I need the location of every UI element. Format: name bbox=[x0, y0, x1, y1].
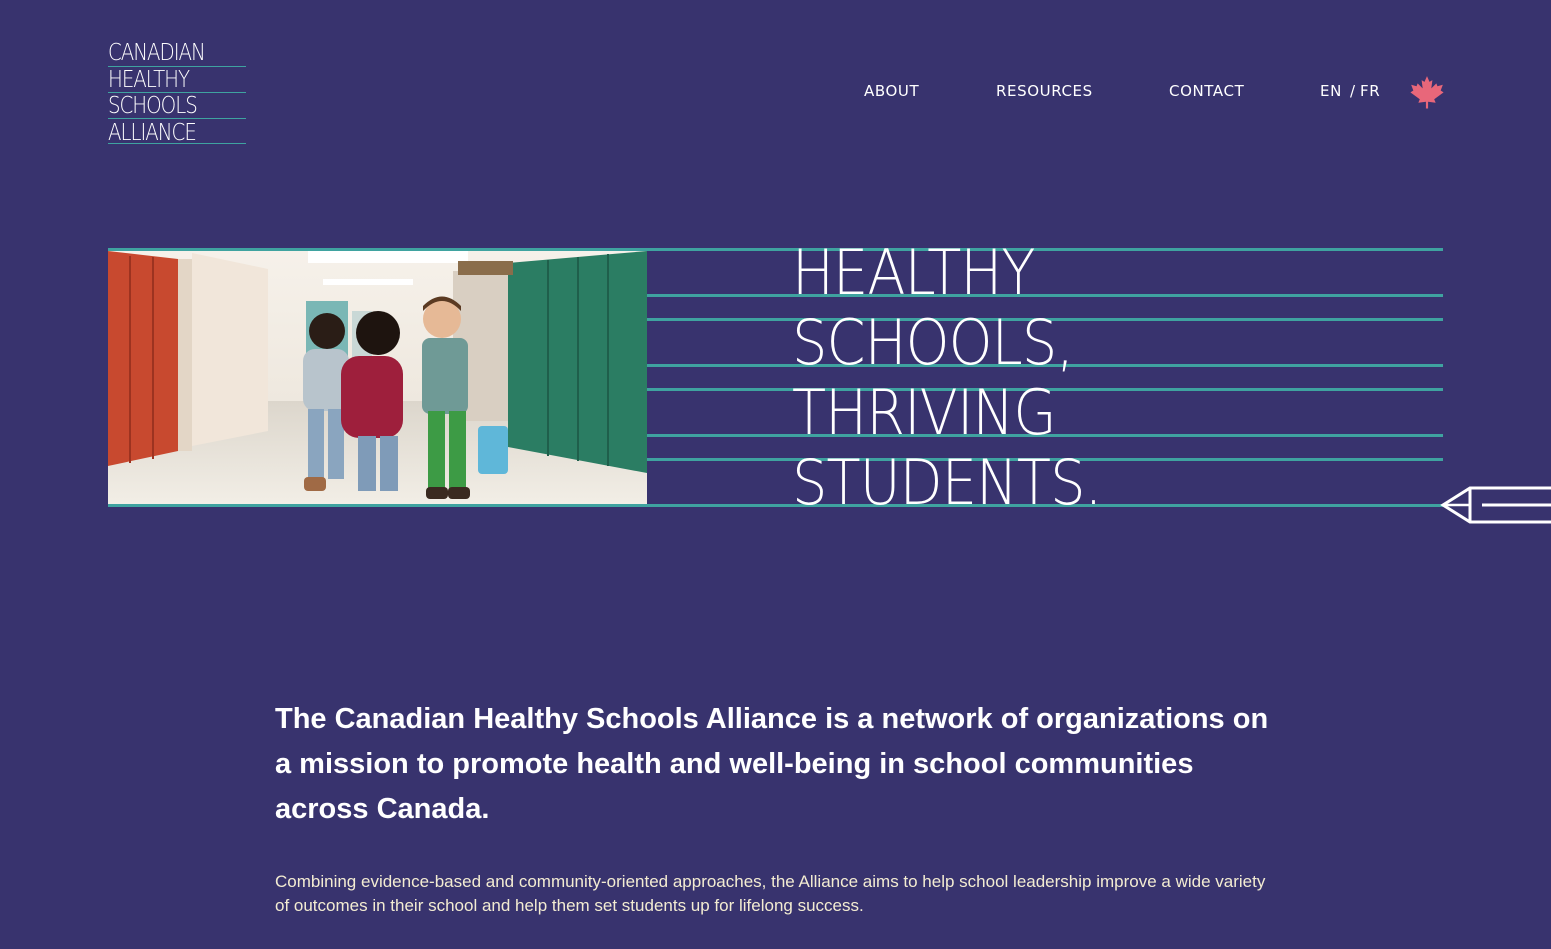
nav-link-resources[interactable]: RESOURCES bbox=[996, 82, 1093, 100]
hero-photo bbox=[108, 251, 647, 504]
nav-link-about[interactable]: ABOUT bbox=[864, 82, 919, 100]
main-nav: ABOUT RESOURCES CONTACT EN / FR bbox=[0, 82, 1551, 104]
logo-line-1: CANADIAN bbox=[108, 40, 206, 66]
logo-rule bbox=[108, 143, 246, 144]
hero-photo-image bbox=[108, 251, 647, 504]
logo-rule bbox=[108, 66, 246, 67]
hero-heading-line-2: SCHOOLS, bbox=[792, 306, 1074, 379]
hero-heading-line-4: STUDENTS. bbox=[792, 446, 1102, 519]
hero-heading-line-3: THRIVING bbox=[792, 376, 1057, 449]
pencil-icon bbox=[1440, 486, 1551, 524]
maple-leaf-icon bbox=[1410, 76, 1444, 109]
language-fr-link[interactable]: FR bbox=[1360, 82, 1380, 100]
hero-heading-line-1: HEALTHY bbox=[792, 236, 1036, 309]
intro-lead-text: The Canadian Healthy Schools Alliance is… bbox=[275, 703, 1269, 825]
hero-heading: HEALTHY SCHOOLS, THRIVING STUDENTS. bbox=[792, 236, 1102, 519]
intro-body-text: Combining evidence-based and community-o… bbox=[275, 872, 1266, 915]
language-separator: / bbox=[1350, 82, 1356, 100]
nav-link-contact[interactable]: CONTACT bbox=[1169, 82, 1244, 100]
language-en-link[interactable]: EN bbox=[1320, 82, 1342, 100]
hero-rule bbox=[108, 504, 1443, 507]
logo-rule bbox=[108, 118, 246, 119]
